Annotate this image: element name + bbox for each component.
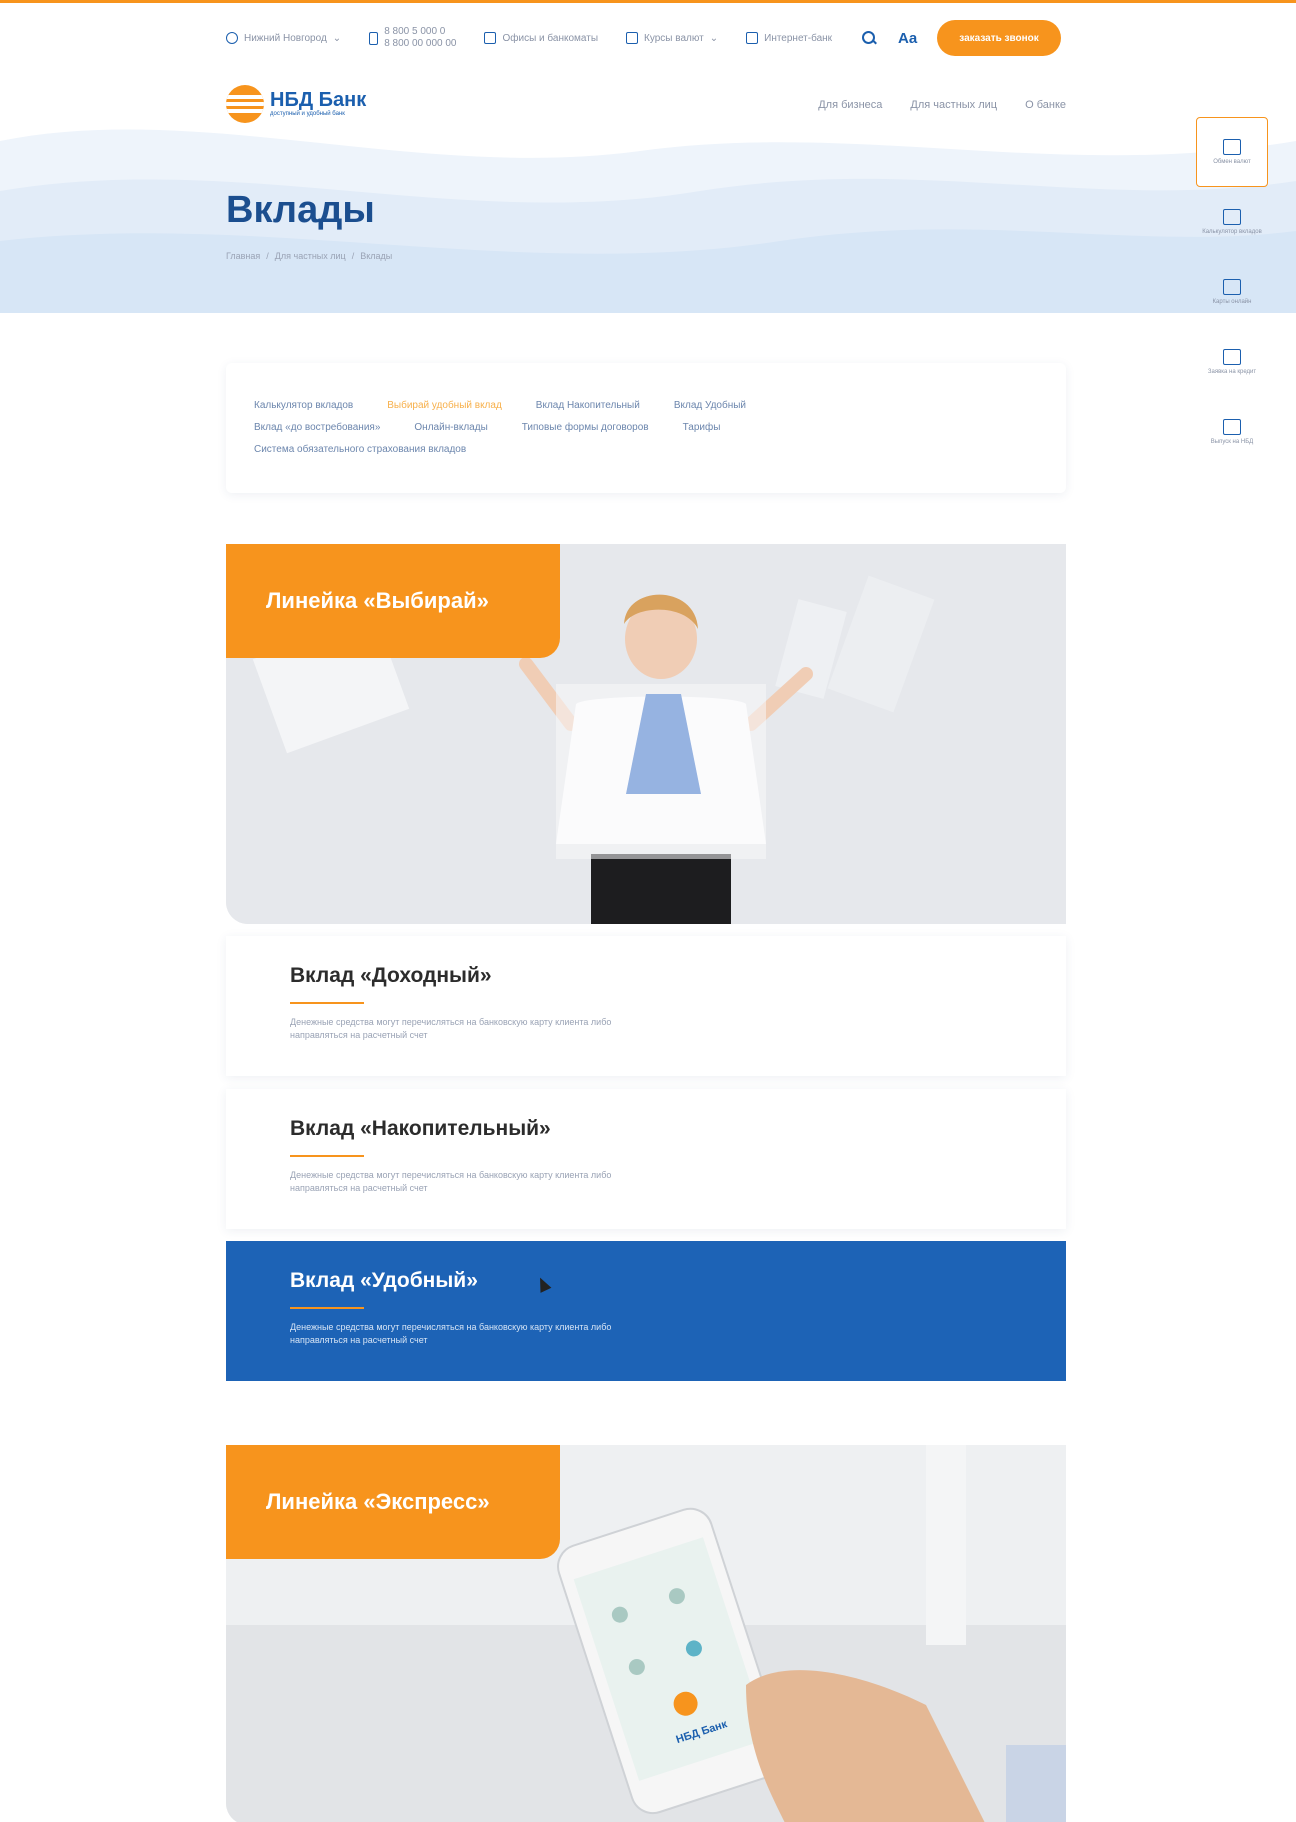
widget-label: Выпуск на НБД	[1210, 438, 1254, 445]
widget-monitor[interactable]: Выпуск на НБД	[1196, 397, 1268, 467]
phones-block[interactable]: 8 800 5 000 0 8 800 00 000 00	[369, 26, 456, 50]
calculator-icon	[1223, 208, 1241, 225]
map-icon	[484, 32, 497, 44]
tag-on-demand[interactable]: Вклад «до востребования»	[254, 417, 380, 439]
widget-cards[interactable]: Карты онлайн	[1196, 257, 1268, 327]
search-icon[interactable]	[860, 29, 878, 47]
internet-bank-label: Интернет-банк	[764, 32, 833, 44]
widget-exchange[interactable]: Обмен валют	[1196, 117, 1268, 187]
card-text: Денежные средства могут перечисляться на…	[290, 1170, 612, 1193]
page: Нижний Новгород ⌄ 8 800 5 000 0 8 800 00…	[0, 3, 1296, 1822]
card-text: Денежные средства могут перечисляться на…	[290, 1322, 612, 1345]
offices-label: Офисы и банкоматы	[502, 32, 599, 44]
widget-calculator[interactable]: Калькулятор вкладов	[1196, 187, 1268, 257]
quick-actions-widget: Обмен валют Калькулятор вкладов Карты он…	[1196, 117, 1268, 467]
exchange-icon	[1223, 138, 1241, 155]
tag-tariffs[interactable]: Тарифы	[683, 417, 721, 439]
page-title: Вклады	[226, 189, 375, 231]
chevron-down-icon: ⌄	[709, 32, 719, 44]
nav-about[interactable]: О банке	[1025, 99, 1066, 111]
calendar-icon	[746, 32, 759, 44]
tag-choose[interactable]: Выбирай удобный вклад	[387, 395, 502, 417]
logo-mark-icon	[226, 85, 264, 123]
building-icon	[626, 32, 639, 44]
phone-icon	[369, 31, 379, 45]
callback-button[interactable]: заказать звонок	[937, 20, 1061, 56]
phone-number-1[interactable]: 8 800 5 000 0	[384, 26, 456, 38]
breadcrumb-private[interactable]: Для частных лиц	[275, 251, 346, 261]
phone-number-2[interactable]: 8 800 00 000 00	[384, 38, 456, 50]
widget-label: Калькулятор вкладов	[1202, 228, 1262, 235]
line-express-label: Линейка «Экспресс»	[226, 1445, 560, 1559]
tag-online[interactable]: Онлайн-вклады	[414, 417, 487, 439]
deposit-card-income[interactable]: Вклад «Доходный» Денежные средства могут…	[226, 936, 1066, 1076]
widget-label: Заявка на кредит	[1207, 368, 1257, 375]
nav-business[interactable]: Для бизнеса	[818, 99, 882, 111]
line-express-banner: НБД Банк Линейка «Экспресс»	[226, 1445, 1066, 1822]
main-nav: Для бизнеса Для частных лиц О банке	[818, 99, 1066, 111]
breadcrumb-sep: /	[266, 251, 269, 261]
widget-label: Карты онлайн	[1212, 298, 1252, 305]
deposit-card-convenient[interactable]: Вклад «Удобный» Денежные средства могут …	[226, 1241, 1066, 1381]
logo-name: НБД Банк	[270, 89, 367, 111]
breadcrumb-current: Вклады	[360, 251, 393, 261]
top-utility-bar: Нижний Новгород ⌄ 8 800 5 000 0 8 800 00…	[226, 19, 1066, 57]
offices-link[interactable]: Офисы и банкоматы	[484, 32, 598, 44]
internet-bank-link[interactable]: Интернет-банк	[746, 32, 832, 44]
card-title: Вклад «Удобный»	[290, 1269, 478, 1292]
card-title: Вклад «Накопительный»	[290, 1117, 551, 1140]
rates-link[interactable]: Курсы валют ⌄	[626, 32, 718, 44]
tag-forms[interactable]: Типовые формы договоров	[522, 417, 649, 439]
line-choose-banner: Линейка «Выбирай»	[226, 544, 1066, 924]
bank-logo[interactable]: НБД Банк доступный и удобный банк	[226, 85, 366, 123]
card-divider	[290, 1155, 364, 1157]
card-divider	[290, 1307, 364, 1309]
city-selector[interactable]: Нижний Новгород ⌄	[226, 32, 341, 44]
tag-insurance[interactable]: Система обязательного страхования вкладо…	[254, 439, 466, 461]
location-icon	[226, 32, 238, 44]
deposit-tags-panel: Калькулятор вкладов Выбирай удобный вкла…	[226, 363, 1066, 493]
hero-background	[0, 61, 1296, 313]
card-icon	[1223, 278, 1241, 295]
tag-calculator[interactable]: Калькулятор вкладов	[254, 395, 353, 417]
font-size-toggle[interactable]: Aa	[898, 30, 917, 47]
deposit-card-savings[interactable]: Вклад «Накопительный» Денежные средства …	[226, 1089, 1066, 1229]
rates-label: Курсы валют	[644, 32, 704, 44]
card-title: Вклад «Доходный»	[290, 964, 492, 987]
tag-savings[interactable]: Вклад Накопительный	[536, 395, 640, 417]
card-divider	[290, 1002, 364, 1004]
breadcrumb-sep: /	[351, 251, 355, 261]
city-label: Нижний Новгород	[244, 32, 327, 44]
logo-tagline: доступный и удобный банк	[270, 111, 345, 117]
monitor-icon	[1223, 418, 1241, 435]
breadcrumb-home[interactable]: Главная	[226, 251, 260, 261]
line-choose-label: Линейка «Выбирай»	[226, 544, 560, 658]
form-icon	[1223, 348, 1241, 365]
tag-convenient[interactable]: Вклад Удобный	[674, 395, 746, 417]
card-text: Денежные средства могут перечисляться на…	[290, 1017, 612, 1040]
widget-credit[interactable]: Заявка на кредит	[1196, 327, 1268, 397]
widget-label: Обмен валют	[1213, 158, 1251, 165]
chevron-down-icon: ⌄	[332, 32, 342, 44]
breadcrumb: Главная / Для частных лиц / Вклады	[226, 251, 392, 261]
nav-private[interactable]: Для частных лиц	[910, 99, 997, 111]
